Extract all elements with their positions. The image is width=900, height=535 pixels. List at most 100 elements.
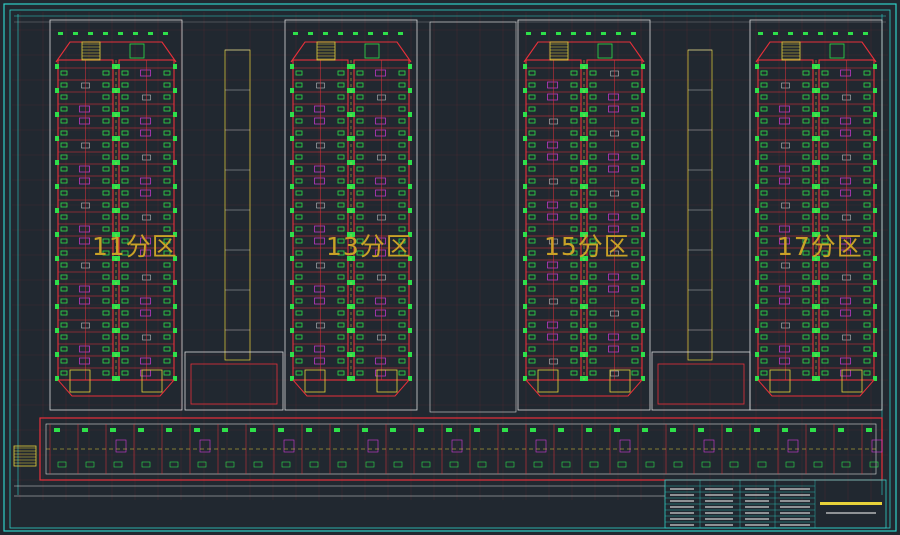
column — [523, 352, 527, 357]
column — [873, 352, 877, 357]
column — [641, 64, 645, 69]
column — [55, 352, 59, 357]
column — [290, 352, 294, 357]
column — [290, 184, 294, 189]
column — [173, 280, 177, 285]
title-block-text-mark — [780, 494, 810, 496]
column — [755, 184, 759, 189]
dimension-tick — [293, 32, 298, 35]
column — [641, 328, 645, 333]
dimension-tick — [818, 32, 823, 35]
column — [580, 136, 584, 141]
column — [523, 232, 527, 237]
title-block-text-mark — [670, 494, 694, 496]
column — [347, 376, 351, 381]
corridor-fixture — [306, 428, 312, 432]
column — [408, 328, 412, 333]
column — [116, 184, 120, 189]
zone-label-17: 17分区 — [777, 232, 863, 261]
column — [351, 376, 355, 381]
column — [641, 88, 645, 93]
dimension-tick — [616, 32, 621, 35]
column — [290, 160, 294, 165]
column — [755, 352, 759, 357]
column — [351, 208, 355, 213]
column — [584, 136, 588, 141]
column — [584, 376, 588, 381]
column — [755, 304, 759, 309]
title-block-text-mark — [705, 494, 733, 496]
column — [55, 112, 59, 117]
title-block-text-mark — [780, 524, 810, 526]
corridor-fixture — [614, 428, 620, 432]
column — [641, 184, 645, 189]
title-block-text-mark — [820, 502, 882, 505]
column — [116, 160, 120, 165]
column — [580, 304, 584, 309]
column — [55, 304, 59, 309]
column — [408, 352, 412, 357]
dimension-tick — [148, 32, 153, 35]
column — [816, 184, 820, 189]
column — [873, 328, 877, 333]
column — [755, 232, 759, 237]
column — [812, 280, 816, 285]
corridor-fixture — [222, 428, 228, 432]
column — [873, 88, 877, 93]
column — [873, 280, 877, 285]
column — [351, 112, 355, 117]
title-block-text-mark — [705, 500, 733, 502]
column — [873, 232, 877, 237]
column — [351, 280, 355, 285]
corridor-fixture — [810, 428, 816, 432]
column — [347, 112, 351, 117]
column — [55, 232, 59, 237]
column — [641, 304, 645, 309]
column — [584, 160, 588, 165]
column — [116, 352, 120, 357]
column — [112, 112, 116, 117]
column — [641, 352, 645, 357]
corridor-fixture — [838, 428, 844, 432]
column — [55, 160, 59, 165]
title-block-text-mark — [670, 524, 694, 526]
corridor-fixture — [502, 428, 508, 432]
column — [641, 280, 645, 285]
dimension-tick — [586, 32, 591, 35]
column — [580, 352, 584, 357]
column — [523, 160, 527, 165]
title-block-text-mark — [745, 500, 769, 502]
corridor-fixture — [586, 428, 592, 432]
column — [290, 112, 294, 117]
dimension-tick — [631, 32, 636, 35]
dimension-tick — [863, 32, 868, 35]
dimension-tick — [526, 32, 531, 35]
title-block-text-mark — [745, 494, 769, 496]
column — [55, 208, 59, 213]
dimension-tick — [803, 32, 808, 35]
cad-floor-plan — [0, 0, 900, 535]
column — [755, 136, 759, 141]
title-block-text-mark — [705, 488, 733, 490]
column — [351, 160, 355, 165]
column — [641, 112, 645, 117]
column — [641, 136, 645, 141]
column — [290, 136, 294, 141]
title-block-text-mark — [670, 506, 694, 508]
corridor-fixture — [642, 428, 648, 432]
column — [755, 280, 759, 285]
column — [351, 88, 355, 93]
column — [580, 184, 584, 189]
dimension-tick — [833, 32, 838, 35]
corridor-fixture — [390, 428, 396, 432]
column — [873, 304, 877, 309]
column — [812, 352, 816, 357]
column — [584, 304, 588, 309]
column — [816, 328, 820, 333]
dimension-tick — [541, 32, 546, 35]
dimension-tick — [773, 32, 778, 35]
column — [112, 352, 116, 357]
column — [116, 208, 120, 213]
column — [523, 88, 527, 93]
column — [523, 280, 527, 285]
